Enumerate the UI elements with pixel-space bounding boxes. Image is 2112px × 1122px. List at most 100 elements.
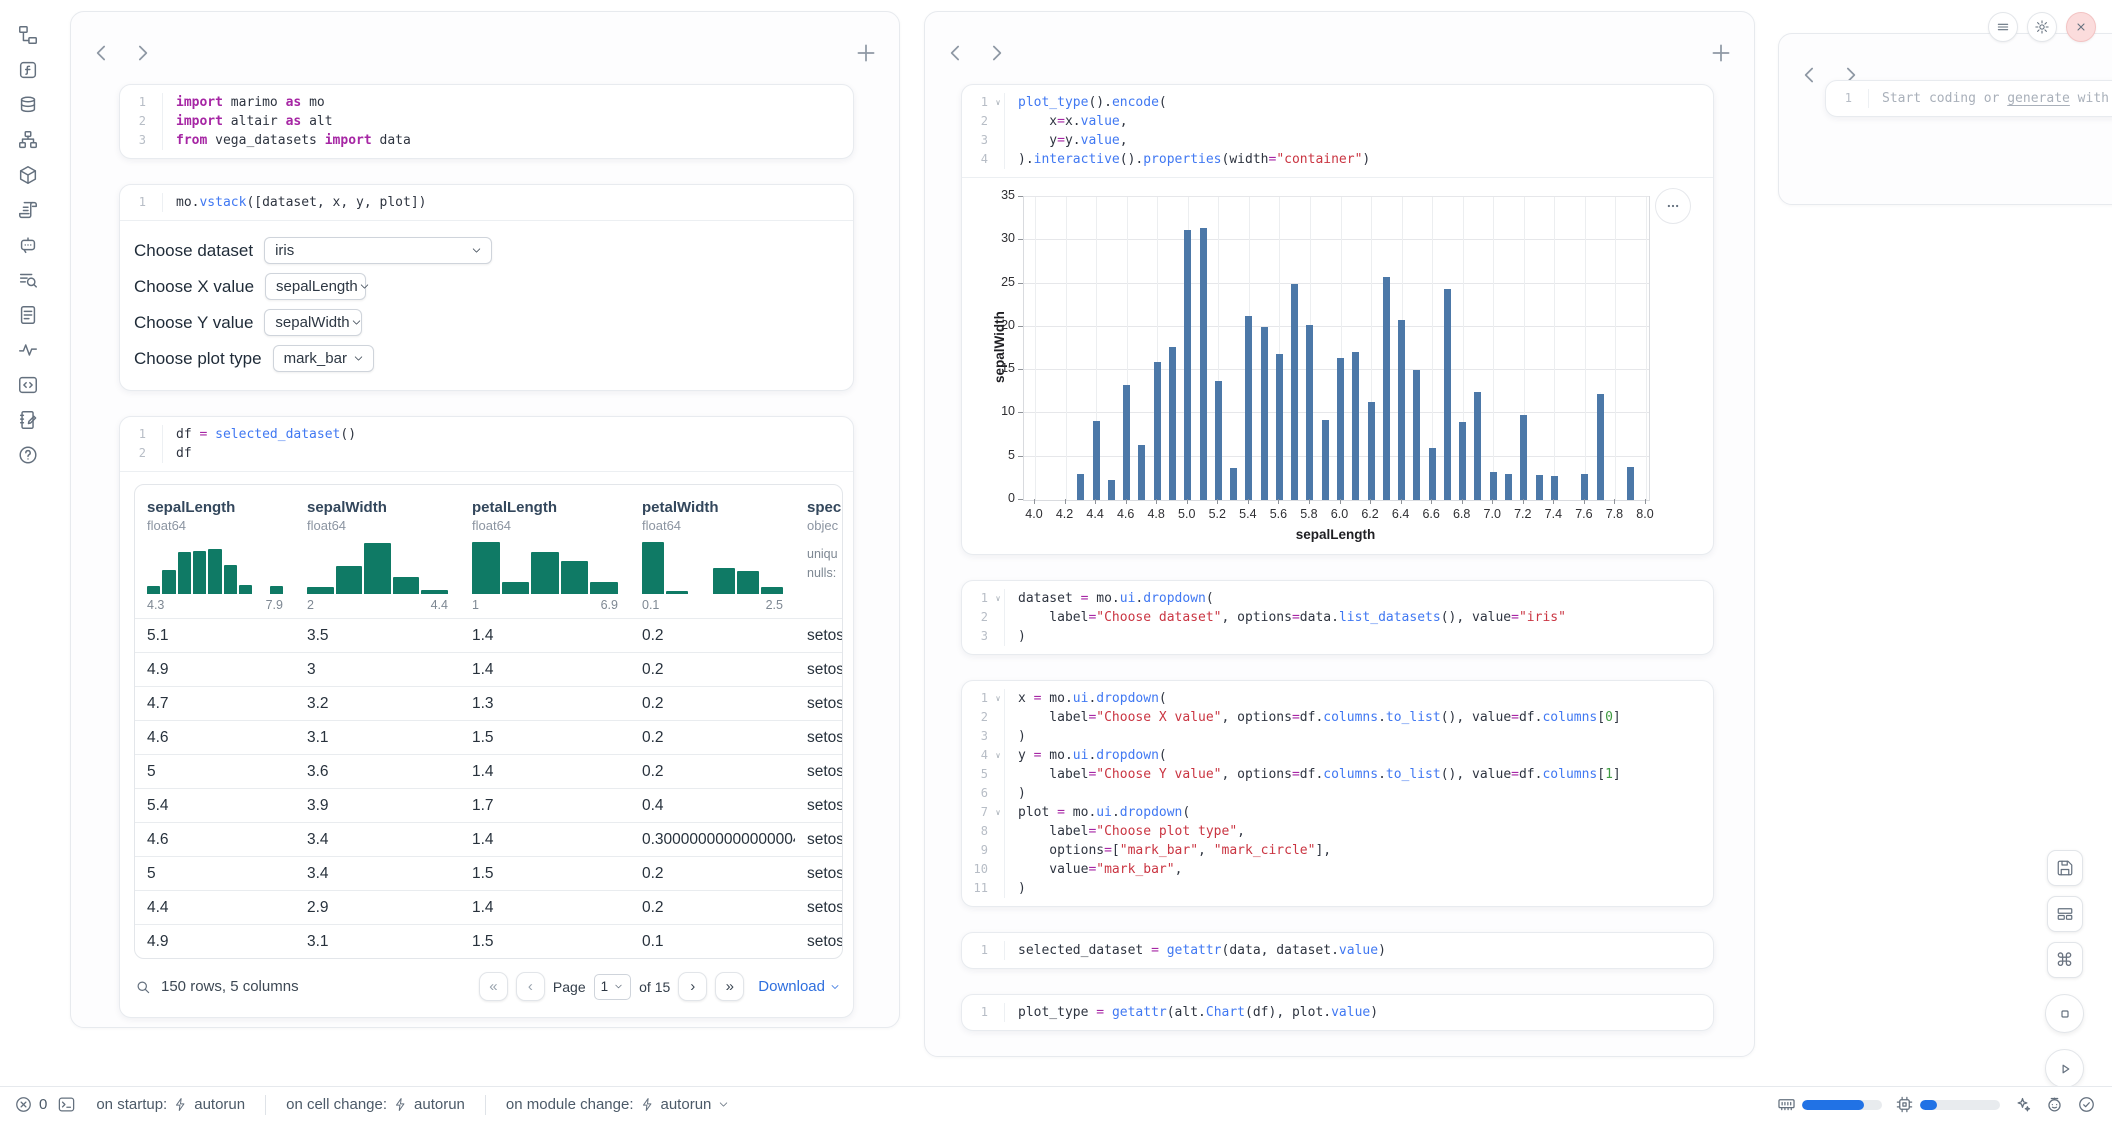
code-editor[interactable]: 1∨dataset = mo.ui.dropdown(2 label="Choo… xyxy=(962,581,1713,654)
first-page-button[interactable]: « xyxy=(479,972,508,1001)
copilot-button[interactable] xyxy=(2045,1095,2064,1114)
terminal-button[interactable] xyxy=(57,1095,76,1114)
chatbot-icon xyxy=(17,234,39,256)
histogram-min: 4.3 xyxy=(147,598,164,612)
sidebar-item-logs[interactable] xyxy=(17,199,39,221)
run-all-button[interactable] xyxy=(2045,1049,2084,1088)
next-page-button[interactable]: › xyxy=(678,972,707,1001)
layout-icon xyxy=(2056,905,2074,923)
dropdown-label: Choose Y value xyxy=(134,313,253,333)
shutdown-button[interactable] xyxy=(2066,12,2096,42)
connection-status[interactable] xyxy=(2077,1095,2096,1114)
fold-chevron-icon[interactable]: ∨ xyxy=(992,803,1004,822)
histogram-bar xyxy=(421,590,448,594)
dropdown-y-value[interactable]: sepalWidth xyxy=(264,309,362,336)
code-editor[interactable]: 1∨x = mo.ui.dropdown(2 label="Choose X v… xyxy=(962,681,1713,906)
chart-bar xyxy=(1138,445,1145,500)
chevron-right-icon[interactable] xyxy=(983,40,1009,66)
download-button[interactable]: Download xyxy=(758,978,841,995)
dropdown-label: Choose X value xyxy=(134,277,254,297)
ai-assist-button[interactable] xyxy=(2013,1095,2032,1114)
sidebar-item-chatbot[interactable] xyxy=(17,234,39,256)
chevron-left-icon[interactable] xyxy=(1797,62,1823,88)
sidebar-item-snippets[interactable] xyxy=(17,374,39,396)
sidebar-item-dependency-graph[interactable] xyxy=(17,129,39,151)
keyboard-shortcuts-button[interactable]: ⌘ xyxy=(2047,942,2083,978)
chart-bar xyxy=(1505,474,1512,500)
sidebar-item-functions[interactable] xyxy=(17,59,39,81)
chevron-left-icon[interactable] xyxy=(89,40,115,66)
menu-button[interactable] xyxy=(1988,12,2018,42)
chevron-right-icon[interactable] xyxy=(129,40,155,66)
sidebar-item-tracing[interactable] xyxy=(17,339,39,361)
y-tick-label: 5 xyxy=(981,448,1015,462)
code-line: 4∨y = mo.ui.dropdown( xyxy=(962,746,1713,765)
sidebar-item-scratchpad[interactable] xyxy=(17,409,39,431)
code-editor[interactable]: 1import marimo as mo2import altair as al… xyxy=(120,85,853,158)
search-icon[interactable] xyxy=(134,978,152,996)
zap-icon xyxy=(173,1097,188,1112)
add-cell-icon[interactable] xyxy=(853,40,879,66)
sidebar-item-search-logs[interactable] xyxy=(17,269,39,291)
chart-bar xyxy=(1291,284,1298,500)
add-cell-icon[interactable] xyxy=(1708,40,1734,66)
code-editor[interactable]: 1selected_dataset = getattr(data, datase… xyxy=(962,933,1713,968)
layout-button[interactable] xyxy=(2047,896,2083,932)
column-header xyxy=(71,12,899,72)
code-line: 2 label="Choose X value", options=df.col… xyxy=(962,708,1713,727)
fold-chevron-icon[interactable]: ∨ xyxy=(992,746,1004,765)
runtime-config-startup[interactable]: on startup:autorun xyxy=(86,1096,255,1113)
column-histogram xyxy=(472,542,618,594)
dropdown-x-value[interactable]: sepalLength xyxy=(265,273,366,300)
runtime-config-cell-change[interactable]: on cell change:autorun xyxy=(276,1096,475,1113)
error-indicator[interactable]: 0 xyxy=(14,1095,47,1114)
table-row: 4.93.11.50.1setos xyxy=(135,924,842,958)
code-editor[interactable]: 1∨plot_type().encode(2 x=x.value,3 y=y.v… xyxy=(962,85,1713,177)
code-editor[interactable]: 1df = selected_dataset()2df xyxy=(120,417,853,471)
fold-chevron-icon[interactable]: ∨ xyxy=(992,589,1004,608)
save-button[interactable] xyxy=(2047,850,2083,886)
sidebar-item-help[interactable] xyxy=(17,444,39,466)
sidebar-item-documentation[interactable] xyxy=(17,304,39,326)
code-editor[interactable]: 1plot_type = getattr(alt.Chart(df), plot… xyxy=(962,995,1713,1030)
column-histogram xyxy=(147,542,283,594)
chevron-down-icon xyxy=(352,352,365,365)
chart-options-button[interactable] xyxy=(1655,188,1691,224)
chart-bar xyxy=(1352,352,1359,500)
stat-line: uniqu xyxy=(807,545,830,564)
runtime-config-module-change[interactable]: on module change:autorun xyxy=(496,1096,740,1113)
line-number: 10 xyxy=(962,860,992,879)
command-icon: ⌘ xyxy=(2056,950,2074,971)
dropdown-dataset[interactable]: iris xyxy=(264,237,492,264)
documentation-icon xyxy=(17,304,39,326)
dropdown-plot-type[interactable]: mark_bar xyxy=(273,345,374,372)
prev-page-button[interactable]: ‹ xyxy=(516,972,545,1001)
sparkles-icon xyxy=(2013,1095,2032,1114)
generate-link[interactable]: generate xyxy=(2007,91,2070,106)
line-number: 4 xyxy=(962,150,992,169)
table-cell: 0.30000000000000004 xyxy=(630,823,795,856)
fold-chevron-icon[interactable]: ∨ xyxy=(992,93,1004,112)
settings-button[interactable] xyxy=(2027,12,2057,42)
histogram-min: 2 xyxy=(307,598,314,612)
sidebar-item-datasources[interactable] xyxy=(17,94,39,116)
chevron-left-icon[interactable] xyxy=(943,40,969,66)
line-number: 1 xyxy=(120,93,150,112)
last-page-button[interactable]: » xyxy=(715,972,744,1001)
check-circle-icon xyxy=(2077,1095,2096,1114)
empty-code-cell[interactable]: 1 Start coding or generate with xyxy=(1825,80,2112,117)
code-editor[interactable]: 1mo.vstack([dataset, x, y, plot]) xyxy=(120,185,853,220)
chart-output: sepalWidth051015202530354.04.24.44.64.85… xyxy=(962,178,1713,554)
fold-chevron-icon[interactable]: ∨ xyxy=(992,689,1004,708)
ram-usage xyxy=(1777,1095,1882,1114)
histogram-bar xyxy=(561,561,589,595)
column-header-speci: speciobjecuniqunulls: xyxy=(795,485,842,618)
stop-button[interactable] xyxy=(2045,994,2084,1033)
page-select[interactable]: 1 xyxy=(594,974,632,1000)
sidebar-item-packages[interactable] xyxy=(17,164,39,186)
table-footer: 150 rows, 5 columns«‹Page1of 15›»Downloa… xyxy=(134,972,841,1001)
scratchpad-icon xyxy=(17,409,39,431)
sidebar-item-file-tree[interactable] xyxy=(17,24,39,46)
line-number: 11 xyxy=(962,879,992,898)
run-mode: autorun xyxy=(414,1096,465,1113)
